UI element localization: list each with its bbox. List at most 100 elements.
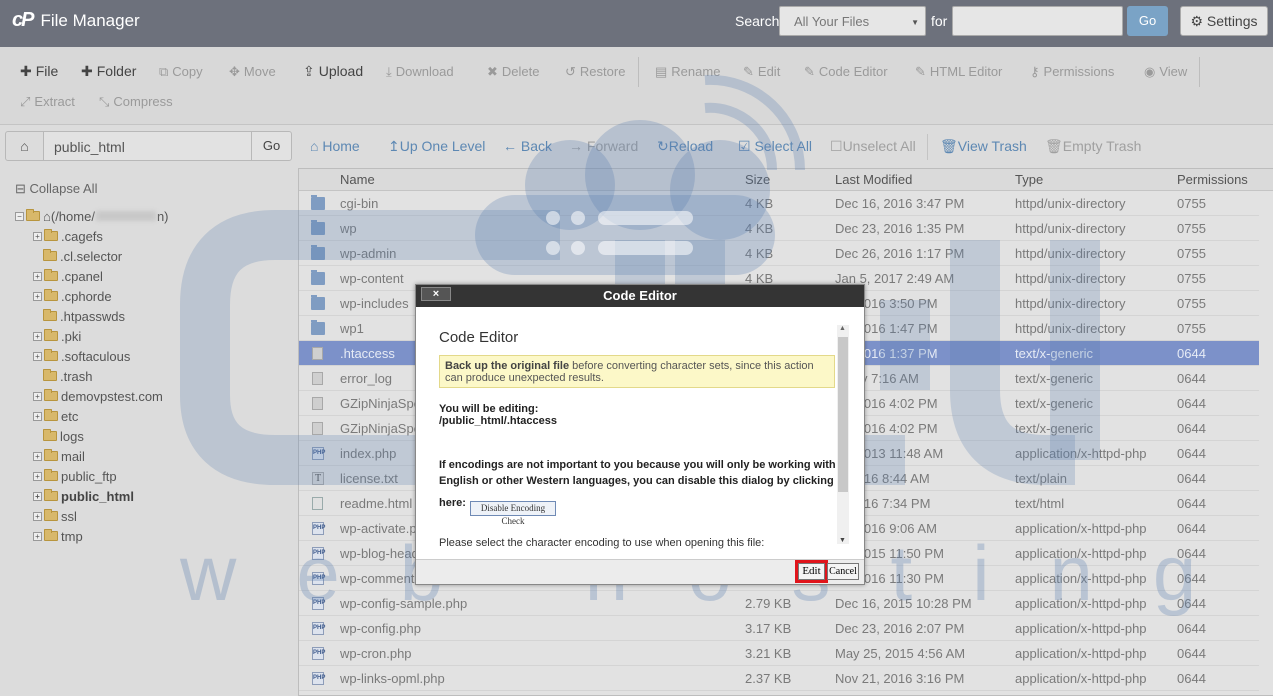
expand-node-icon[interactable]: +: [33, 271, 42, 281]
expand-node-icon[interactable]: +: [33, 491, 42, 501]
tree-item[interactable]: + demovpstest.com: [33, 386, 163, 406]
expand-node-icon[interactable]: +: [33, 351, 42, 361]
extract-button[interactable]: ⤢ Extract: [20, 94, 75, 110]
nav-back-button[interactable]: ← Back: [503, 138, 552, 154]
file-type: httpd/unix-directory: [1015, 246, 1126, 261]
column-header-permissions[interactable]: Permissions: [1177, 172, 1248, 187]
php-file-icon: PHP: [312, 447, 325, 460]
rename-button[interactable]: ▤ Rename: [655, 64, 720, 80]
home-icon: ⌂: [20, 138, 29, 154]
column-header-last-modified[interactable]: Last Modified: [835, 172, 912, 187]
tree-item[interactable]: + mail: [33, 446, 85, 466]
table-row[interactable]: PHP wp-config.php 3.17 KB Dec 23, 2016 2:07…: [299, 616, 1259, 641]
search-scope-value: All Your Files: [794, 14, 870, 29]
dialog-edit-button[interactable]: Edit: [795, 560, 828, 583]
expand-node-icon[interactable]: +: [33, 231, 42, 241]
tree-item[interactable]: .cl.selector: [43, 246, 122, 266]
folder-icon: [311, 320, 325, 335]
tree-item-label: .trash: [60, 368, 93, 384]
nav-empty-trash-button[interactable]: 🗑Empty Trash: [1045, 138, 1141, 155]
tree-item[interactable]: + .pki: [33, 326, 81, 346]
search-scope-select[interactable]: All Your Files ▼: [779, 6, 926, 36]
column-header-size[interactable]: Size: [745, 172, 770, 187]
nav-reload-button[interactable]: ↻Reload: [657, 138, 713, 155]
restore-button[interactable]: ↺ Restore: [565, 64, 625, 80]
table-row[interactable]: wp-admin 4 KB Dec 26, 2016 1:17 PM httpd/un…: [299, 241, 1259, 266]
move-button[interactable]: ✥ Move: [229, 64, 276, 80]
compress-button[interactable]: ⤡ Compress: [99, 94, 173, 110]
nav-select-all-button[interactable]: ☑ Select All: [738, 138, 812, 155]
tree-item[interactable]: .htpasswds: [43, 306, 125, 326]
column-header-name[interactable]: Name: [340, 172, 375, 187]
expand-node-icon[interactable]: +: [33, 471, 42, 481]
php-file-icon: PHP: [312, 522, 325, 535]
tree-item[interactable]: + tmp: [33, 526, 83, 546]
nav-view-trash-button[interactable]: 🗑View Trash: [940, 138, 1027, 155]
expand-node-icon[interactable]: +: [33, 291, 42, 301]
tree-item[interactable]: + .cpanel: [33, 266, 103, 286]
tree-item[interactable]: .trash: [43, 366, 93, 386]
nav-home-button[interactable]: ⌂ Home: [310, 138, 360, 154]
path-input[interactable]: public_html: [43, 131, 252, 161]
tree-item[interactable]: + public_html: [33, 486, 134, 506]
file-permissions: 0755: [1177, 271, 1206, 286]
settings-button[interactable]: ⚙ Settings: [1180, 6, 1268, 36]
table-row[interactable]: PHP wp-config-sample.php 2.79 KB Dec 16, 20…: [299, 591, 1259, 616]
home-path-button[interactable]: ⌂: [5, 131, 44, 161]
new-file-button[interactable]: ✚ File: [20, 63, 58, 80]
permissions-button[interactable]: ⚷ Permissions: [1030, 64, 1114, 80]
expand-node-icon[interactable]: +: [33, 531, 42, 541]
reload-icon: ↻: [657, 138, 669, 154]
column-header-type[interactable]: Type: [1015, 172, 1043, 187]
path-go-button[interactable]: Go: [251, 131, 292, 161]
file-type: application/x-httpd-php: [1015, 546, 1147, 561]
nav-up-one-level-button[interactable]: ↥Up One Level: [388, 138, 485, 155]
code-editor-button[interactable]: ✎ Code Editor: [804, 64, 888, 80]
table-row[interactable]: PHP wp-links-opml.php 2.37 KB Nov 21, 2016 …: [299, 666, 1259, 691]
view-button[interactable]: ◉ View: [1144, 64, 1187, 80]
expand-node-icon[interactable]: +: [33, 391, 42, 401]
here-label: here:: [439, 497, 466, 509]
file-last-modified: Dec 26, 2016 1:17 PM: [835, 246, 965, 261]
php-file-icon: PHP: [312, 547, 325, 560]
tree-root[interactable]: − ⌂ (/home/n): [15, 206, 169, 226]
new-folder-button[interactable]: ✚ Folder: [81, 63, 136, 80]
edit-button[interactable]: ✎ Edit: [743, 64, 780, 80]
scroll-down-icon[interactable]: ▼: [839, 537, 846, 544]
tree-item[interactable]: + .cagefs: [33, 226, 103, 246]
tree-item[interactable]: + etc: [33, 406, 78, 426]
nav-forward-button[interactable]: → Forward: [569, 138, 638, 154]
search-go-button[interactable]: Go: [1127, 6, 1168, 36]
scrollbar-thumb[interactable]: [838, 337, 848, 492]
dialog-scrollbar[interactable]: ▲ ▼: [837, 325, 849, 544]
tree-item[interactable]: + public_ftp: [33, 466, 117, 486]
disable-encoding-check-button[interactable]: Disable Encoding Check: [470, 501, 556, 526]
tree-item[interactable]: + .cphorde: [33, 286, 112, 306]
file-permissions: 0755: [1177, 196, 1206, 211]
file-permissions: 0644: [1177, 546, 1206, 561]
expand-node-icon[interactable]: +: [33, 411, 42, 421]
collapse-all-button[interactable]: ⊟ Collapse All: [15, 181, 97, 197]
expand-node-icon[interactable]: +: [33, 451, 42, 461]
delete-button[interactable]: ✖ Delete: [487, 64, 539, 80]
table-row[interactable]: wp 4 KB Dec 23, 2016 1:35 PM httpd/unix-dir…: [299, 216, 1259, 241]
close-icon[interactable]: ×: [421, 287, 451, 301]
download-button[interactable]: ⤓ Download: [386, 64, 454, 80]
tree-item[interactable]: + ssl: [33, 506, 77, 526]
table-row[interactable]: PHP wp-cron.php 3.21 KB May 25, 2015 4:56 A…: [299, 641, 1259, 666]
search-input[interactable]: [952, 6, 1123, 36]
expand-node-icon[interactable]: +: [33, 511, 42, 521]
app-logo[interactable]: cP File Manager: [12, 9, 140, 32]
copy-button[interactable]: ⧉ Copy: [159, 64, 203, 80]
tree-item[interactable]: + .softaculous: [33, 346, 130, 366]
toolbar-divider: [638, 57, 639, 87]
table-row[interactable]: cgi-bin 4 KB Dec 16, 2016 3:47 PM httpd/uni…: [299, 191, 1259, 216]
folder-icon: [311, 220, 325, 235]
expand-node-icon[interactable]: +: [33, 331, 42, 341]
tree-item[interactable]: logs: [43, 426, 84, 446]
upload-button[interactable]: ⇪ Upload: [303, 63, 363, 80]
dialog-cancel-button[interactable]: Cancel: [827, 563, 859, 580]
nav-unselect-all-button[interactable]: ☐Unselect All: [830, 138, 916, 155]
scroll-up-icon[interactable]: ▲: [839, 325, 846, 332]
html-editor-button[interactable]: ✎ HTML Editor: [915, 64, 1002, 80]
